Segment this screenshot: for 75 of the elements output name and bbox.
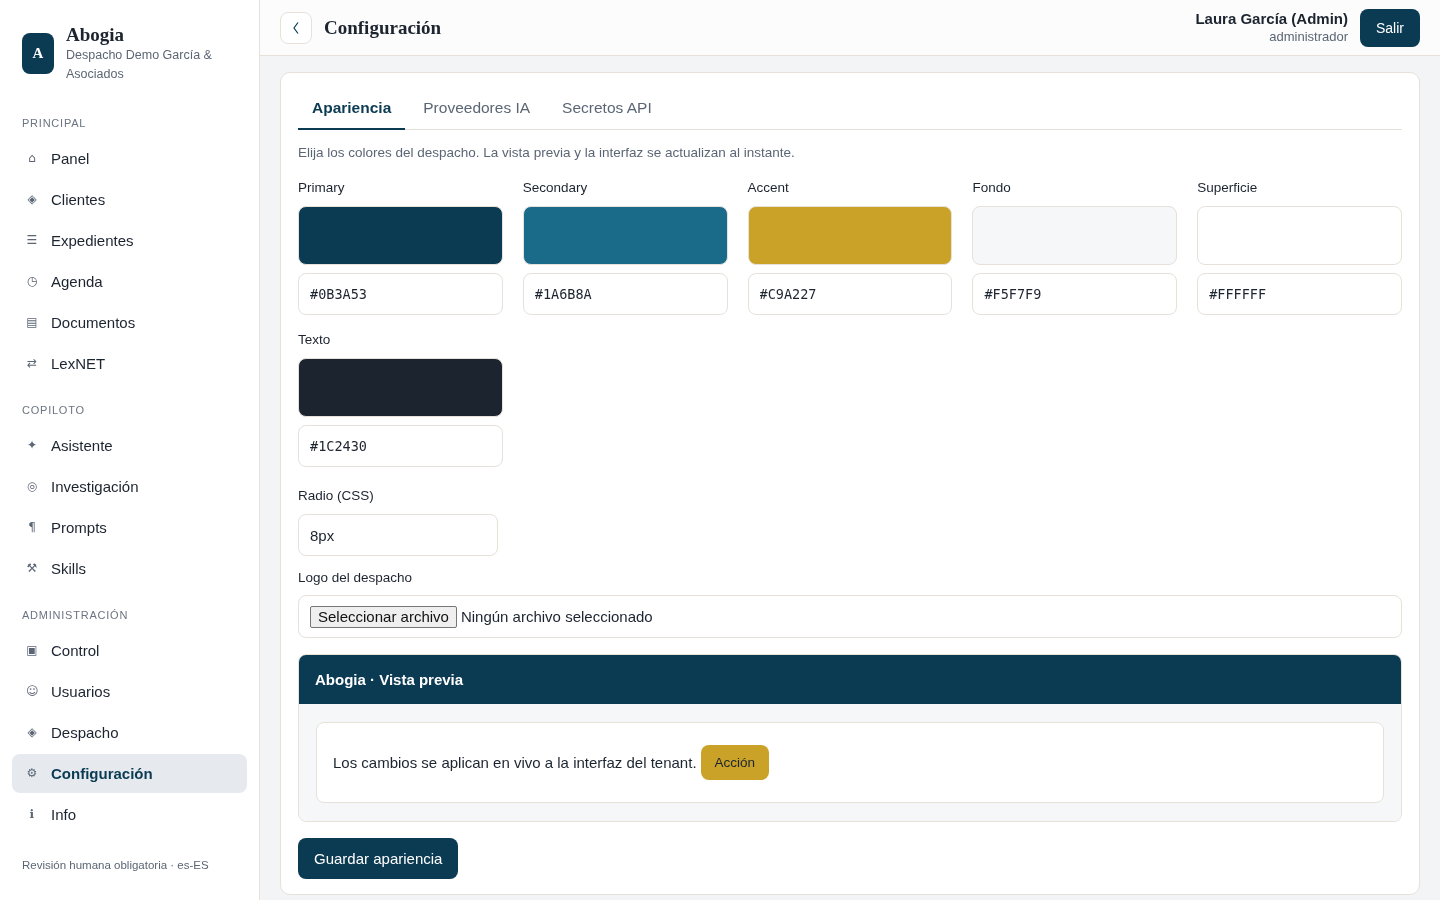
nav-item[interactable]: ⌂ Panel [12, 139, 247, 178]
list-icon: ☰ [26, 231, 38, 250]
back-button[interactable] [280, 11, 312, 44]
tab[interactable]: Apariencia [298, 88, 406, 130]
brand-name: Abogia [66, 24, 126, 46]
nav-item[interactable]: ☰ Expedientes [12, 221, 247, 260]
nav-item[interactable]: ▣ Control [12, 631, 247, 670]
action-button[interactable]: Acción [700, 745, 770, 780]
radius-field[interactable]: 8px [298, 514, 498, 556]
color-picker[interactable] [972, 206, 1178, 265]
nav-item[interactable]: ⚙ Configuración [12, 754, 247, 793]
tools-icon: ⚒ [26, 559, 38, 578]
pilcrow-icon: ¶ [26, 518, 38, 537]
document-icon: ▤ [26, 313, 38, 332]
house-icon: ⌂ [26, 149, 38, 168]
color-picker[interactable] [298, 358, 503, 417]
tab[interactable]: Proveedores IA [409, 88, 545, 130]
user-name: Laura García (Admin) [1195, 10, 1348, 28]
chevron-left-icon [293, 21, 299, 34]
field-label: Superficie [1197, 180, 1259, 196]
description-text: Elija los colores del despacho. La vista previa y la interfaz se actualizan al instante. [298, 144, 796, 161]
save-button[interactable]: Guardar apariencia [298, 838, 459, 879]
diamond-icon: ◈ [26, 190, 38, 209]
field-label: Logo del despacho [298, 570, 414, 586]
section-heading: PRINCIPAL [21, 116, 88, 130]
nav-item[interactable]: ⚒ Skills [12, 549, 247, 588]
field-label: Fondo [972, 180, 1012, 196]
clock-icon: ◷ [26, 272, 38, 291]
section-heading: COPILOTO [21, 403, 86, 417]
tab[interactable]: Secretos API [548, 88, 666, 130]
page-title: Configuración [324, 16, 442, 39]
file-upload-field[interactable]: Seleccionar archivo Ningún archivo seleccionado [298, 595, 1402, 638]
field-label: Secondary [522, 180, 589, 196]
arrows-icon: ⇄ [26, 354, 38, 373]
preview-text: Los cambios se aplican en vivo a la interfaz del tenant. [333, 754, 697, 771]
settings-icon: ⚙ [26, 764, 38, 783]
user-role: administrador [1269, 28, 1348, 45]
hex-code-field[interactable]: #FFFFFF [1197, 273, 1402, 315]
logout-button[interactable]: Salir [1360, 8, 1420, 47]
color-picker[interactable] [522, 206, 728, 265]
square-icon: ▣ [26, 641, 38, 660]
section-heading: ADMINISTRACIÓN [21, 608, 130, 622]
nav-item[interactable]: ▤ Documentos [12, 303, 247, 342]
color-picker[interactable] [747, 206, 953, 265]
hex-code-field[interactable]: #0B3A53 [298, 273, 503, 315]
field-label: Texto [298, 332, 332, 348]
nav-item[interactable]: ℹ Info [12, 795, 247, 834]
info-icon: ℹ [26, 805, 38, 824]
firm-name: Despacho Demo García & Asociados [66, 47, 213, 83]
hex-code-field[interactable]: #1C2430 [298, 425, 503, 467]
hex-code-field[interactable]: #F5F7F9 [972, 273, 1178, 315]
nav-item[interactable]: ☺ Usuarios [12, 672, 247, 711]
logo-icon: A [22, 33, 54, 74]
target-icon: ◎ [26, 477, 38, 496]
footer-note: Revisión humana obligatoria · es-ES [21, 858, 210, 872]
nav-item[interactable]: ◎ Investigación [12, 467, 247, 506]
nav-item[interactable]: ◈ Clientes [12, 180, 247, 219]
sparkle-icon: ✦ [26, 436, 38, 455]
diamond-icon: ◈ [26, 723, 38, 742]
nav-item[interactable]: ◈ Despacho [12, 713, 247, 752]
nav-item[interactable]: ◷ Agenda [12, 262, 247, 301]
hex-code-field[interactable]: #1A6B8A [522, 273, 728, 315]
hex-code-field[interactable]: #C9A227 [747, 273, 953, 315]
nav-item[interactable]: ⇄ LexNET [12, 344, 247, 383]
choose-file-button[interactable]: Seleccionar archivo [310, 605, 457, 628]
color-picker[interactable] [298, 206, 503, 265]
preview-title: Abogia · Vista previa [315, 671, 464, 688]
field-label: Radio (CSS) [298, 488, 374, 504]
nav-item[interactable]: ✦ Asistente [12, 426, 247, 465]
color-picker[interactable] [1197, 206, 1402, 265]
file-status-text: Ningún archivo seleccionado [460, 608, 653, 625]
field-label: Accent [747, 180, 790, 196]
field-label: Primary [298, 180, 346, 196]
smiley-icon: ☺ [26, 682, 38, 701]
nav-item[interactable]: ¶ Prompts [12, 508, 247, 547]
